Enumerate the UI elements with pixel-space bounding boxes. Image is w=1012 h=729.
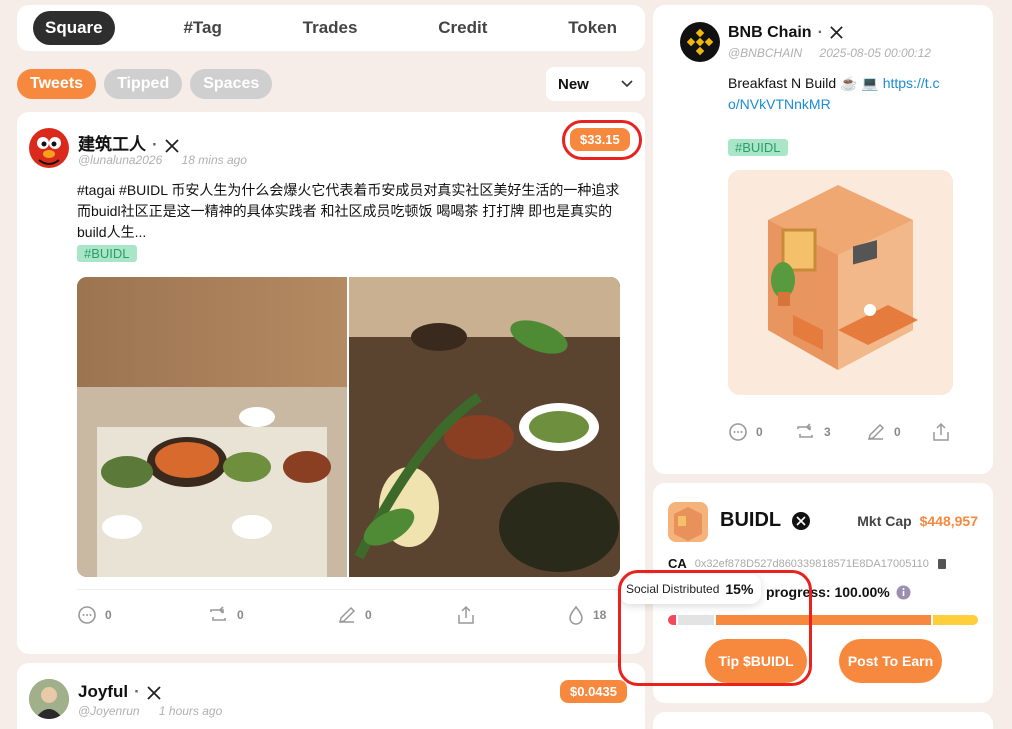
share-icon: [933, 422, 949, 441]
post-actions: 0 0 0 18: [77, 605, 637, 625]
hashtag[interactable]: #BUIDL: [728, 139, 788, 156]
market-cap: Mkt Cap $448,957: [857, 513, 978, 529]
comment-icon: [729, 423, 747, 441]
post-image-left[interactable]: [77, 277, 347, 577]
tip-drop-icon: [569, 605, 583, 625]
sub-tabs: Tweets Tipped Spaces: [17, 69, 273, 99]
tab-tag[interactable]: #Tag: [171, 11, 233, 45]
next-card: [653, 712, 993, 729]
post-time: 1 hours ago: [158, 704, 223, 718]
price-badge[interactable]: $33.15: [570, 128, 630, 151]
post-card[interactable]: Joyful · @Joyenrun 1 hours ago $0.0435: [17, 663, 645, 729]
mkt-cap-value: $448,957: [919, 513, 978, 529]
top-nav: Square #Tag Trades Credit Token: [17, 5, 645, 51]
tab-square[interactable]: Square: [33, 11, 115, 45]
share-icon: [458, 605, 474, 624]
avatar[interactable]: [29, 679, 69, 719]
post-image[interactable]: [728, 170, 953, 395]
user-handle: @BNBCHAIN: [728, 46, 803, 60]
tab-trades[interactable]: Trades: [291, 11, 370, 45]
post-card[interactable]: 建筑工人 · @lunaluna2026 18 mins ago $33.15 #…: [17, 112, 645, 654]
bnb-post-card[interactable]: BNB Chain · @BNBCHAIN 2025-08-05 00:00:12…: [653, 5, 993, 474]
retweet-icon: [797, 423, 813, 438]
subtab-tweets[interactable]: Tweets: [17, 69, 97, 99]
ca-label: CA: [668, 556, 687, 571]
x-logo-icon[interactable]: [146, 685, 162, 701]
chevron-down-icon: [621, 80, 633, 88]
edit-action[interactable]: 0: [866, 422, 932, 442]
post-meta: @Joyenrun 1 hours ago: [78, 704, 222, 718]
hashtag[interactable]: #BUIDL: [77, 245, 137, 262]
token-card: BUIDL Mkt Cap $448,957 CA 0x32ef878D527d…: [618, 483, 993, 703]
avatar[interactable]: [29, 128, 69, 168]
post-link[interactable]: https://t.c: [883, 75, 940, 91]
share-action[interactable]: [457, 605, 567, 625]
post-time: 2025-08-05 00:00:12: [819, 46, 931, 60]
x-logo-icon[interactable]: [829, 25, 844, 40]
user-handle: @Joyenrun: [78, 704, 140, 718]
edit-count: 0: [365, 608, 372, 622]
tip-button[interactable]: Tip $BUIDL: [705, 639, 807, 683]
tab-credit[interactable]: Credit: [426, 11, 499, 45]
tip-count: 18: [593, 608, 607, 622]
user-name-row: BNB Chain ·: [728, 24, 844, 42]
tip-action[interactable]: 18: [567, 605, 606, 625]
tab-token[interactable]: Token: [556, 11, 629, 45]
user-name[interactable]: BNB Chain: [728, 24, 812, 41]
edit-count: 0: [894, 425, 901, 439]
ca-address: 0x32ef878D527d860339818571E8DA17005110: [694, 557, 929, 570]
comment-action[interactable]: 0: [77, 605, 207, 625]
post-meta: @lunaluna2026 18 mins ago: [78, 153, 247, 167]
copy-icon[interactable]: [937, 558, 947, 570]
post-text-block: Breakfast N Build ☕ 💻 https://t.c o/NVkV…: [728, 73, 968, 115]
user-name-row: 建筑工人 ·: [78, 130, 180, 155]
user-name[interactable]: 建筑工人: [78, 135, 146, 154]
comment-action[interactable]: 0: [728, 422, 794, 442]
post-text: #tagai #BUIDL 币安人生为什么会爆火它代表着币安成员对真实社区美好生…: [77, 182, 620, 240]
comment-icon: [78, 606, 96, 624]
sort-select[interactable]: New: [546, 67, 645, 101]
retweet-count: 0: [237, 608, 244, 622]
comment-count: 0: [756, 425, 763, 439]
post-meta: @BNBCHAIN 2025-08-05 00:00:12: [728, 46, 931, 60]
token-logo[interactable]: [668, 502, 708, 542]
user-name[interactable]: Joyful: [78, 682, 128, 701]
pencil-icon: [338, 606, 356, 624]
subtab-tipped[interactable]: Tipped: [104, 69, 183, 99]
retweet-action[interactable]: 3: [794, 422, 866, 442]
info-icon[interactable]: [896, 585, 911, 600]
progress-seg-yellow: [933, 615, 978, 625]
post-actions: 0 3 0: [728, 422, 968, 442]
x-logo-icon[interactable]: [164, 138, 180, 154]
retweet-icon: [210, 606, 226, 621]
post-time: 18 mins ago: [181, 153, 247, 167]
contract-row: CA 0x32ef878D527d860339818571E8DA1700511…: [668, 556, 947, 571]
token-name-row: BUIDL: [720, 509, 811, 532]
post-image-right[interactable]: [349, 277, 620, 577]
retweet-action[interactable]: 0: [207, 605, 337, 625]
bnb-logo-icon[interactable]: [680, 22, 720, 62]
mkt-cap-label: Mkt Cap: [857, 513, 912, 529]
post-text: Breakfast N Build ☕ 💻: [728, 75, 879, 91]
pencil-icon: [867, 423, 885, 441]
comment-count: 0: [105, 608, 112, 622]
x-logo-icon[interactable]: [792, 511, 811, 530]
subtab-spaces[interactable]: Spaces: [190, 69, 273, 99]
sort-value: New: [558, 75, 589, 93]
user-name-row: Joyful ·: [78, 682, 162, 702]
divider: [77, 589, 625, 590]
share-action[interactable]: [932, 422, 950, 442]
token-name[interactable]: BUIDL: [720, 509, 781, 531]
edit-action[interactable]: 0: [337, 605, 457, 625]
user-handle: @lunaluna2026: [78, 153, 163, 167]
post-to-earn-button[interactable]: Post To Earn: [839, 639, 942, 683]
price-badge[interactable]: $0.0435: [560, 680, 627, 703]
post-link-cont[interactable]: o/NVkVTNnkMR: [728, 96, 831, 112]
retweet-count: 3: [824, 425, 831, 439]
